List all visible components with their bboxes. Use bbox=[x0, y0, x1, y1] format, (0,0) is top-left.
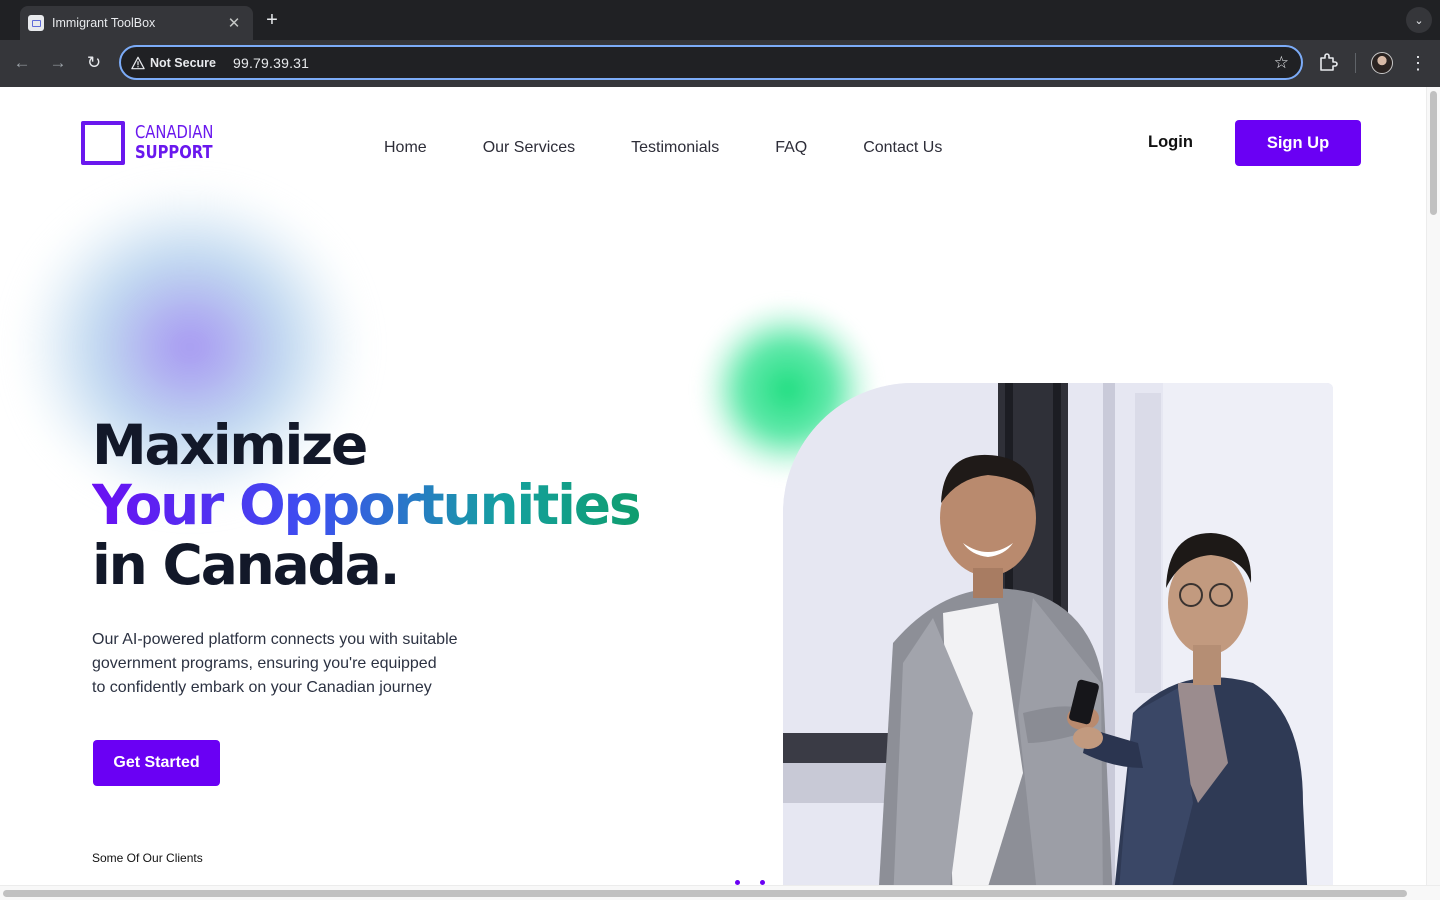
login-link[interactable]: Login bbox=[1148, 133, 1193, 152]
logo-line-1: CANADIAN bbox=[135, 122, 214, 143]
address-bar[interactable]: Not Secure 99.79.39.31 ☆ bbox=[119, 45, 1303, 80]
browser-toolbar: ← → ↻ Not Secure 99.79.39.31 ☆ ⋮ bbox=[0, 40, 1440, 87]
main-nav: Home Our Services Testimonials FAQ Conta… bbox=[384, 139, 998, 157]
logo-line-2: SUPPORT bbox=[135, 142, 213, 163]
new-tab-button[interactable]: + bbox=[262, 9, 282, 32]
hero-title: Maximize Your Opportunities in Canada. bbox=[92, 413, 642, 597]
security-label[interactable]: Not Secure bbox=[150, 56, 216, 70]
logo-square-icon bbox=[81, 121, 125, 165]
bookmark-star-icon[interactable]: ☆ bbox=[1274, 54, 1289, 72]
nav-testimonials[interactable]: Testimonials bbox=[631, 139, 719, 157]
toolbar-separator bbox=[1355, 53, 1356, 73]
vertical-scroll-thumb[interactable] bbox=[1430, 91, 1437, 215]
warning-icon bbox=[131, 56, 145, 69]
horizontal-scrollbar[interactable] bbox=[0, 885, 1440, 900]
hero-title-line-2: Your Opportunities bbox=[92, 473, 642, 537]
hero-photo-illustration bbox=[783, 383, 1333, 885]
vertical-scrollbar[interactable] bbox=[1426, 87, 1440, 885]
hero-subtitle-line: to confidently embark on your Canadian j… bbox=[92, 679, 432, 696]
extensions-icon[interactable] bbox=[1318, 52, 1338, 74]
tab-title: Immigrant ToolBox bbox=[52, 16, 156, 30]
kebab-menu-icon[interactable]: ⋮ bbox=[1408, 51, 1428, 75]
url-text[interactable]: 99.79.39.31 bbox=[233, 55, 309, 71]
profile-avatar[interactable] bbox=[1371, 52, 1393, 74]
back-icon[interactable]: ← bbox=[10, 51, 34, 75]
nav-contact-us[interactable]: Contact Us bbox=[863, 139, 942, 157]
nav-home[interactable]: Home bbox=[384, 139, 427, 157]
tab-strip: Immigrant ToolBox ✕ + ⌄ bbox=[0, 0, 1440, 40]
hero-title-line-3: in Canada. bbox=[92, 533, 400, 597]
nav-our-services[interactable]: Our Services bbox=[483, 139, 575, 157]
hero-title-line-1: Maximize bbox=[92, 413, 368, 477]
logo-text: CANADIAN SUPPORT bbox=[135, 123, 213, 163]
horizontal-scroll-thumb[interactable] bbox=[3, 890, 1407, 897]
favicon-icon bbox=[28, 15, 44, 31]
hero-subtitle-line: government programs, ensuring you're equ… bbox=[92, 655, 437, 672]
forward-icon[interactable]: → bbox=[46, 51, 70, 75]
clients-label: Some Of Our Clients bbox=[92, 851, 203, 865]
get-started-button[interactable]: Get Started bbox=[93, 740, 220, 786]
hero-subtitle-line: Our AI-powered platform connects you wit… bbox=[92, 631, 458, 648]
page-viewport: CANADIAN SUPPORT Home Our Services Testi… bbox=[0, 87, 1426, 885]
hero-image bbox=[783, 383, 1333, 885]
browser-tab[interactable]: Immigrant ToolBox ✕ bbox=[20, 6, 253, 40]
signup-button[interactable]: Sign Up bbox=[1235, 120, 1361, 166]
nav-faq[interactable]: FAQ bbox=[775, 139, 807, 157]
close-tab-icon[interactable]: ✕ bbox=[225, 14, 243, 32]
hero-subtitle: Our AI-powered platform connects you wit… bbox=[92, 628, 492, 700]
site-logo[interactable]: CANADIAN SUPPORT bbox=[81, 121, 231, 165]
reload-icon[interactable]: ↻ bbox=[82, 51, 106, 75]
tab-search-icon[interactable]: ⌄ bbox=[1406, 7, 1432, 33]
